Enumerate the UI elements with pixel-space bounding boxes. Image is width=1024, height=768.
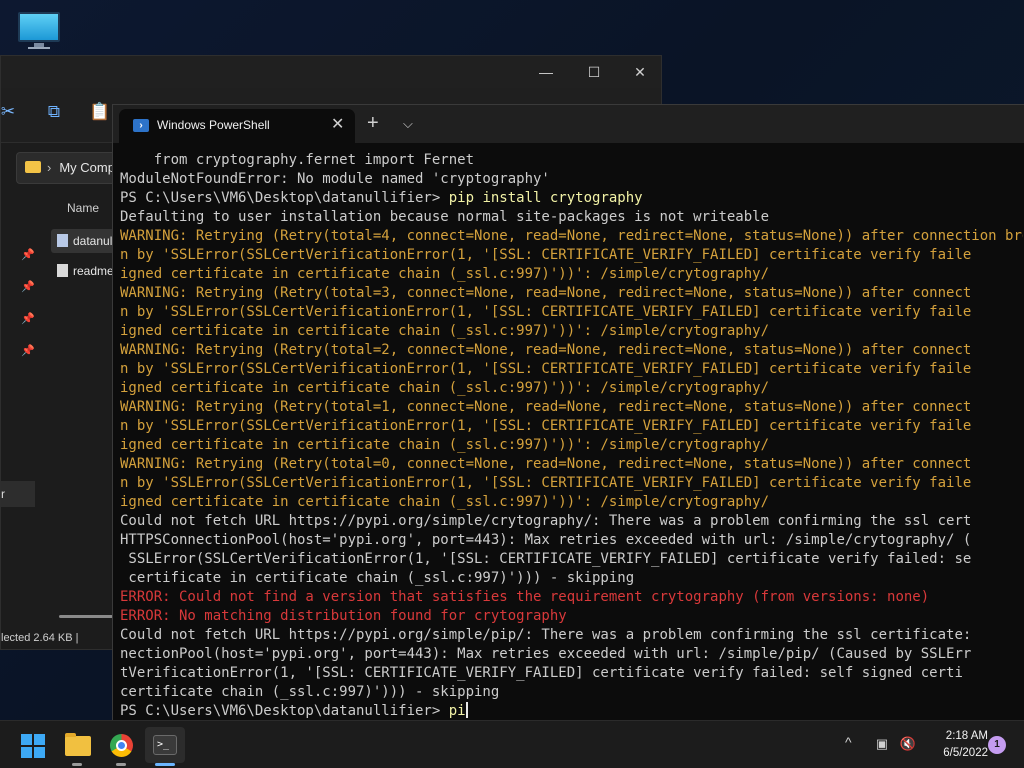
console-line: igned certificate in certificate chain (… [120,494,770,510]
clock-time: 2:18 AM [945,730,988,742]
console-line: n by 'SSLError(SSLCertVerificationError(… [120,247,972,263]
terminal-icon: >_ [153,735,177,755]
console-line: PS C:\Users\VM6\Desktop\datanullifier> p… [120,189,1023,208]
horizontal-scrollbar[interactable] [59,615,113,618]
cut-icon[interactable]: ✂ [0,102,19,124]
console-line: ERROR: Could not find a version that sat… [120,589,930,605]
chevron-up-icon[interactable]: ^ [845,734,852,750]
console-line: ModuleNotFoundError: No module named 'cr… [120,171,550,187]
volume-muted-icon[interactable]: 🔇 [899,736,917,752]
terminal-window: › Windows PowerShell ✕ + ⌵ from cryptogr… [112,104,1024,720]
text-file-icon [57,264,68,277]
column-header-name[interactable]: Name [67,201,99,215]
sidebar-item-selected[interactable]: r [1,481,35,507]
taskbar-chrome[interactable] [101,727,141,763]
console-line: n by 'SSLError(SSLCertVerificationError(… [120,361,972,377]
console-line: Could not fetch URL https://pypi.org/sim… [120,627,972,643]
pin-icon: 📌 [21,281,35,293]
console-line: certificate chain (_ssl.c:997)'))) - ski… [120,684,500,700]
console-command: pi [448,703,466,719]
new-tab-button[interactable]: + [367,112,379,134]
console-line: WARNING: Retrying (Retry(total=3, connec… [120,285,972,301]
console-command: pip install crytography [448,190,643,206]
console-line: WARNING: Retrying (Retry(total=4, connec… [120,228,1023,244]
console-line: n by 'SSLError(SSLCertVerificationError(… [120,304,972,320]
close-tab-icon[interactable]: ✕ [331,115,344,135]
console-line: igned certificate in certificate chain (… [120,380,770,396]
console-line: nectionPool(host='pypi.org', port=443): … [120,646,972,662]
copy-icon[interactable]: ⧉ [43,102,65,124]
console-line: n by 'SSLError(SSLCertVerificationError(… [120,475,972,491]
address-text: My Comp [59,160,115,175]
console-line: Defaulting to user installation because … [120,209,770,225]
console-line: from cryptography.fernet import Fernet [120,152,475,168]
powershell-icon: › [133,119,149,132]
desktop: — ☐ ✕ ✂ ⧉ 📋 ›My Comp Name datanullifier … [0,0,1024,720]
chevron-right-icon: › [47,160,52,175]
this-pc-monitor-icon[interactable] [16,10,62,50]
console-line: Could not fetch URL https://pypi.org/sim… [120,513,972,529]
clock-date: 6/5/2022 [943,747,988,759]
pin-icon: 📌 [21,345,35,357]
file-name: readme [73,264,114,278]
clock[interactable]: 2:18 AM 6/5/2022 [922,728,988,762]
pin-icon: 📌 [21,249,35,261]
console-output[interactable]: from cryptography.fernet import Fernet Mo… [120,151,1023,721]
network-icon[interactable]: ▣ [873,736,891,752]
active-indicator [155,763,175,766]
minimize-button[interactable]: — [523,60,569,84]
explorer-titlebar: — ☐ ✕ [1,56,661,88]
taskbar-terminal[interactable]: >_ [145,727,185,763]
chrome-icon [110,734,133,757]
taskbar: >_ ^ ▣ 🔇 2:18 AM 6/5/2022 1 [0,720,1024,768]
notification-badge[interactable]: 1 [988,736,1006,754]
file-item-readme[interactable]: readme [51,259,121,283]
file-item-datanullifier[interactable]: datanullifier [51,229,121,253]
python-file-icon [57,234,68,247]
taskbar-file-explorer[interactable] [57,727,97,763]
console-line: n by 'SSLError(SSLCertVerificationError(… [120,418,972,434]
paste-icon[interactable]: 📋 [89,102,111,124]
close-button[interactable]: ✕ [617,60,663,84]
console-line: ERROR: No matching distribution found fo… [120,608,567,624]
windows-logo-icon [21,734,45,758]
console-prompt: PS C:\Users\VM6\Desktop\datanullifier> [120,190,449,206]
start-button[interactable] [12,727,52,763]
console-line: HTTPSConnectionPool(host='pypi.org', por… [120,532,972,548]
console-line: WARNING: Retrying (Retry(total=1, connec… [120,399,972,415]
text-cursor [465,702,468,718]
status-bar: lected 2.64 KB | [1,632,79,644]
maximize-button[interactable]: ☐ [571,60,617,84]
pin-icon: 📌 [21,313,35,325]
console-line: tVerificationError(1, '[SSL: CERTIFICATE… [120,665,963,681]
folder-icon [25,161,41,173]
tab-title: Windows PowerShell [157,118,270,132]
console-line: SSLError(SSLCertVerificationError(1, '[S… [120,551,972,567]
console-line: certificate in certificate chain (_ssl.c… [120,570,635,586]
console-line: PS C:\Users\VM6\Desktop\datanullifier> p… [120,702,1023,721]
console-line: WARNING: Retrying (Retry(total=0, connec… [120,456,972,472]
console-line: igned certificate in certificate chain (… [120,437,770,453]
running-indicator [116,763,126,766]
running-indicator [72,763,82,766]
console-line: WARNING: Retrying (Retry(total=2, connec… [120,342,972,358]
file-explorer-icon [65,733,91,756]
tab-bar: › Windows PowerShell ✕ + ⌵ [113,105,1024,143]
console-line: igned certificate in certificate chain (… [120,266,770,282]
console-line: igned certificate in certificate chain (… [120,323,770,339]
tab-windows-powershell[interactable]: › Windows PowerShell ✕ [119,109,355,143]
chevron-down-icon[interactable]: ⌵ [403,113,413,135]
console-prompt: PS C:\Users\VM6\Desktop\datanullifier> [120,703,449,719]
